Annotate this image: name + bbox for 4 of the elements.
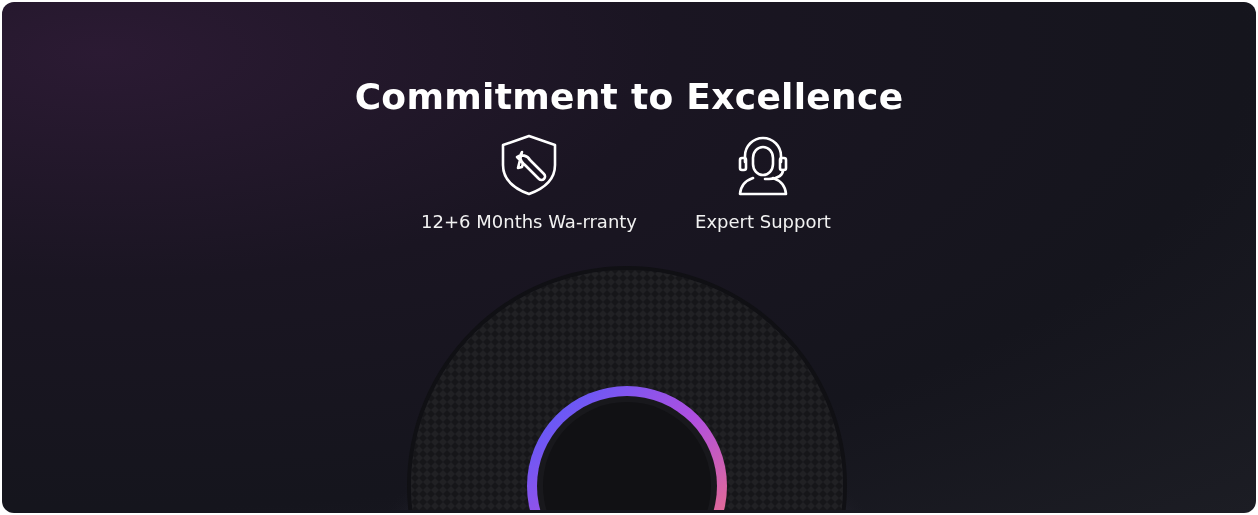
feature-label: Expert Support bbox=[695, 210, 831, 234]
shield-wrench-icon bbox=[500, 134, 559, 196]
banner-title: Commitment to Excellence bbox=[354, 75, 904, 119]
feature-label: 12+6 M0nths Wa-rranty bbox=[421, 210, 637, 234]
